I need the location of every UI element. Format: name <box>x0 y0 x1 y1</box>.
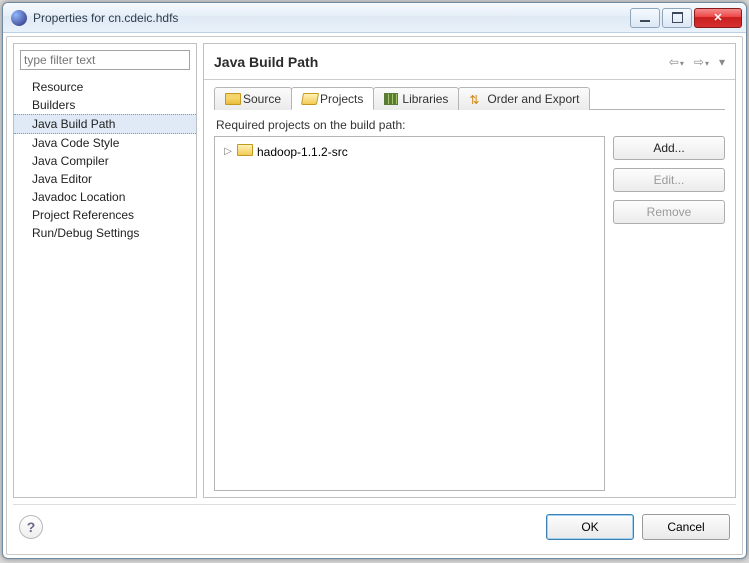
view-menu-icon[interactable]: ▾ <box>719 55 725 69</box>
client-area: Resource Builders Java Build Path Java C… <box>6 36 743 555</box>
required-projects-label: Required projects on the build path: <box>216 118 725 132</box>
tab-label: Order and Export <box>487 92 579 106</box>
ok-button[interactable]: OK <box>546 514 634 540</box>
nav-item-run-debug-settings[interactable]: Run/Debug Settings <box>14 224 196 242</box>
required-projects-tree[interactable]: ▷ hadoop-1.1.2-src <box>214 136 605 491</box>
nav-item-resource[interactable]: Resource <box>14 78 196 96</box>
tab-projects[interactable]: Projects <box>291 87 374 110</box>
add-button[interactable]: Add... <box>613 136 725 160</box>
remove-button[interactable]: Remove <box>613 200 725 224</box>
window-title: Properties for cn.cdeic.hdfs <box>33 11 628 25</box>
nav-item-project-references[interactable]: Project References <box>14 206 196 224</box>
page-header: Java Build Path ⇦▾ ⇨▾ ▾ <box>204 44 735 80</box>
tab-label: Projects <box>320 92 363 106</box>
nav-item-builders[interactable]: Builders <box>14 96 196 114</box>
titlebar[interactable]: Properties for cn.cdeic.hdfs <box>3 3 746 33</box>
library-icon <box>384 93 398 105</box>
cancel-button[interactable]: Cancel <box>642 514 730 540</box>
nav-item-java-editor[interactable]: Java Editor <box>14 170 196 188</box>
tab-order-export[interactable]: Order and Export <box>458 87 590 110</box>
nav-item-java-compiler[interactable]: Java Compiler <box>14 152 196 170</box>
order-export-icon <box>469 93 483 105</box>
project-buttons: Add... Edit... Remove <box>613 136 725 491</box>
edit-button[interactable]: Edit... <box>613 168 725 192</box>
page-pane: Java Build Path ⇦▾ ⇨▾ ▾ Source <box>203 43 736 498</box>
folder-open-icon <box>302 93 316 105</box>
buildpath-tabs: Source Projects Libraries Order and <box>214 86 725 110</box>
maximize-button[interactable] <box>662 8 692 28</box>
tab-libraries[interactable]: Libraries <box>373 87 459 110</box>
nav-item-java-build-path[interactable]: Java Build Path <box>14 114 196 134</box>
dialog-footer: ? OK Cancel <box>13 504 736 548</box>
window-buttons <box>628 8 742 28</box>
filter-input[interactable] <box>20 50 190 70</box>
page-body: Source Projects Libraries Order and <box>204 80 735 497</box>
close-button[interactable] <box>694 8 742 28</box>
eclipse-icon <box>11 10 27 26</box>
tab-source[interactable]: Source <box>214 87 292 110</box>
tab-label: Libraries <box>402 92 448 106</box>
category-pane: Resource Builders Java Build Path Java C… <box>13 43 197 498</box>
project-icon <box>237 144 253 159</box>
folder-icon <box>225 93 239 105</box>
tree-item-label: hadoop-1.1.2-src <box>257 145 348 159</box>
help-icon[interactable]: ? <box>19 515 43 539</box>
tab-label: Source <box>243 92 281 106</box>
nav-item-java-code-style[interactable]: Java Code Style <box>14 134 196 152</box>
expand-icon[interactable]: ▷ <box>223 146 233 157</box>
header-nav-actions: ⇦▾ ⇨▾ ▾ <box>669 55 725 69</box>
page-title: Java Build Path <box>214 54 669 70</box>
forward-arrow-icon[interactable]: ⇨▾ <box>694 55 709 69</box>
back-arrow-icon[interactable]: ⇦▾ <box>669 55 684 69</box>
category-list: Resource Builders Java Build Path Java C… <box>14 76 196 497</box>
tree-item[interactable]: ▷ hadoop-1.1.2-src <box>221 143 598 160</box>
properties-dialog: Properties for cn.cdeic.hdfs Resource Bu… <box>2 2 747 559</box>
minimize-button[interactable] <box>630 8 660 28</box>
nav-item-javadoc-location[interactable]: Javadoc Location <box>14 188 196 206</box>
